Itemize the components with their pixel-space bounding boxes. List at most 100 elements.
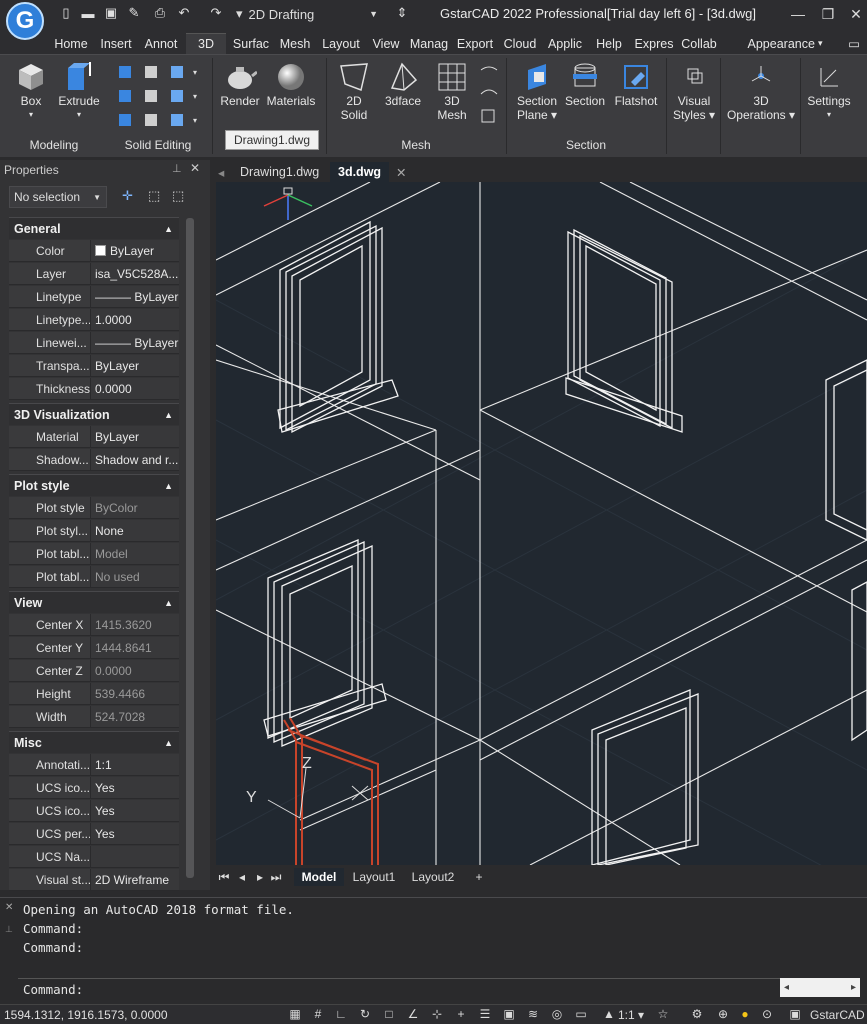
section-plot[interactable]: Plot style ▲ <box>9 474 179 496</box>
settings-button[interactable]: Settings ▾ <box>804 60 854 122</box>
isolate-objects-icon[interactable]: ⊙ <box>760 1007 774 1021</box>
otrack-icon[interactable]: ∠ <box>406 1007 420 1021</box>
property-row[interactable]: Center X 1415.3620 <box>9 614 179 636</box>
property-row[interactable]: Annotati... 1:1 <box>9 754 179 776</box>
annotation-scale-sync-icon[interactable]: ☆ <box>656 1007 670 1021</box>
osnap-icon[interactable]: □ <box>382 1007 396 1021</box>
pickadd-icon[interactable]: ⬚ <box>172 188 184 204</box>
property-value[interactable]: Yes <box>91 777 179 799</box>
property-row[interactable]: Shadow... Shadow and r... <box>9 449 179 471</box>
mesh-tools-icons[interactable] <box>478 62 500 128</box>
property-row[interactable]: Height 539.4466 <box>9 683 179 705</box>
save-icon[interactable]: ▣ <box>103 5 119 21</box>
property-value[interactable]: 2D Wireframe <box>91 869 179 891</box>
property-row[interactable]: UCS ico... Yes <box>9 800 179 822</box>
property-value[interactable]: 1415.3620 <box>91 614 179 636</box>
doc-tab-3d[interactable]: 3d.dwg <box>330 162 390 182</box>
tab-home[interactable]: Home <box>50 33 92 54</box>
workspace-switch-icon[interactable]: ⊕ <box>716 1007 730 1021</box>
scroll-right-icon[interactable]: ▸ <box>851 982 856 993</box>
collapse-icon[interactable]: ▲ <box>164 738 173 748</box>
property-value[interactable]: isa_V5C528A... <box>91 263 179 285</box>
property-value[interactable]: ByLayer <box>91 355 179 377</box>
selection-dropdown[interactable]: No selection ▼ <box>9 186 107 208</box>
property-row[interactable]: UCS per... Yes <box>9 823 179 845</box>
property-value[interactable]: No used <box>91 566 179 588</box>
property-row[interactable]: Linewei... ——— ByLayer <box>9 332 179 354</box>
selection-cycling-icon[interactable]: ≋ <box>526 1007 540 1021</box>
ribbon-toggle-icon[interactable]: ▭ <box>846 33 862 54</box>
property-row[interactable]: Plot styl... None <box>9 520 179 542</box>
solid-editing-tools[interactable]: ▾ ▾ ▾ <box>115 62 211 128</box>
property-value[interactable]: Yes <box>91 823 179 845</box>
property-value[interactable]: ——— ByLayer <box>91 332 179 354</box>
collapse-icon[interactable]: ▲ <box>164 481 173 491</box>
extrude-button[interactable]: Extrude ▾ <box>56 60 102 122</box>
collapse-icon[interactable]: ▲ <box>164 224 173 234</box>
grid-display-icon[interactable]: ▦ <box>288 1007 302 1021</box>
property-value[interactable]: 0.0000 <box>91 660 179 682</box>
select-objects-icon[interactable]: ⬚ <box>148 188 160 204</box>
layout-tab-layout2[interactable]: Layout2 <box>406 868 460 886</box>
property-value[interactable]: 539.4466 <box>91 683 179 705</box>
close-icon[interactable]: ✕ <box>5 902 13 913</box>
close-icon[interactable]: ✕ <box>846 4 866 24</box>
tab-applications[interactable]: Applic <box>544 33 586 54</box>
command-input[interactable]: Command: <box>18 978 780 999</box>
print-icon[interactable]: ⎙ <box>152 5 168 21</box>
command-scrollbar[interactable]: ◂ ▸ <box>780 978 860 997</box>
ortho-icon[interactable]: ∟ <box>334 1007 348 1021</box>
section-misc[interactable]: Misc ▲ <box>9 731 179 753</box>
property-row[interactable]: Center Z 0.0000 <box>9 660 179 682</box>
pin-icon[interactable]: ⊥ <box>5 924 13 935</box>
scroll-left-icon[interactable]: ◂ <box>784 982 789 993</box>
property-row[interactable]: Linetype... 1.0000 <box>9 309 179 331</box>
polar-icon[interactable]: ↻ <box>358 1007 372 1021</box>
lightbulb-icon[interactable]: ● <box>738 1007 752 1021</box>
restore-icon[interactable]: ❐ <box>818 4 838 24</box>
property-row[interactable]: Color ByLayer <box>9 240 179 262</box>
property-row[interactable]: Material ByLayer <box>9 426 179 448</box>
materials-button[interactable]: Materials <box>262 60 320 108</box>
first-layout-icon[interactable]: ⏮ <box>218 868 230 886</box>
tab-help[interactable]: Help <box>590 33 628 54</box>
tab-cloud[interactable]: Cloud <box>500 33 540 54</box>
property-value[interactable]: Model <box>91 543 179 565</box>
gear-icon[interactable]: ⚙ <box>690 1007 704 1021</box>
close-tab-icon[interactable]: ✕ <box>396 162 406 182</box>
add-layout-button[interactable]: + <box>470 868 488 886</box>
prev-layout-icon[interactable]: ◂ <box>236 868 248 886</box>
visual-styles-button[interactable]: Visual Styles ▾ <box>672 60 716 122</box>
property-value[interactable] <box>91 846 179 868</box>
box-button[interactable]: Box ▾ <box>12 60 50 122</box>
property-row[interactable]: Plot tabl... Model <box>9 543 179 565</box>
3d-operations-button[interactable]: 3D Operations ▾ <box>724 60 798 122</box>
section-vis3d[interactable]: 3D Visualization ▲ <box>9 403 179 425</box>
property-value[interactable]: 0.0000 <box>91 378 179 400</box>
clean-screen-icon[interactable]: ▣ <box>788 1007 802 1021</box>
tab-express[interactable]: Expres <box>632 33 676 54</box>
property-row[interactable]: Width 524.7028 <box>9 706 179 728</box>
collapse-icon[interactable]: ▲ <box>164 410 173 420</box>
new-file-icon[interactable]: ▯ <box>58 5 74 21</box>
section-view[interactable]: View ▲ <box>9 591 179 613</box>
property-row[interactable]: Plot tabl... No used <box>9 566 179 588</box>
2d-solid-button[interactable]: 2D Solid <box>334 60 374 122</box>
tab-scroll-left-icon[interactable]: ◂ <box>218 162 224 182</box>
minimize-icon[interactable]: — <box>788 4 808 24</box>
property-value[interactable]: 1.0000 <box>91 309 179 331</box>
layout-tab-model[interactable]: Model <box>294 868 344 886</box>
quick-select-icon[interactable]: ✛ <box>122 188 133 204</box>
property-row[interactable]: Linetype ——— ByLayer <box>9 286 179 308</box>
save-as-icon[interactable]: ✎ <box>126 5 142 21</box>
property-value[interactable]: ByColor <box>91 497 179 519</box>
section-button[interactable]: Section <box>562 60 608 108</box>
tab-insert[interactable]: Insert <box>96 33 136 54</box>
annotation-visibility-icon[interactable]: ▲ <box>602 1007 616 1021</box>
3d-osnap-icon[interactable]: ◎ <box>550 1007 564 1021</box>
appearance-menu[interactable]: Appearance ▾ <box>744 33 826 54</box>
workspace-dropdown[interactable]: ▾ 2D Drafting ▼ <box>236 4 378 24</box>
lineweight-icon[interactable]: ☰ <box>478 1007 492 1021</box>
section-plane-button[interactable]: Section Plane ▾ <box>512 60 562 122</box>
tab-layout[interactable]: Layout <box>318 33 364 54</box>
